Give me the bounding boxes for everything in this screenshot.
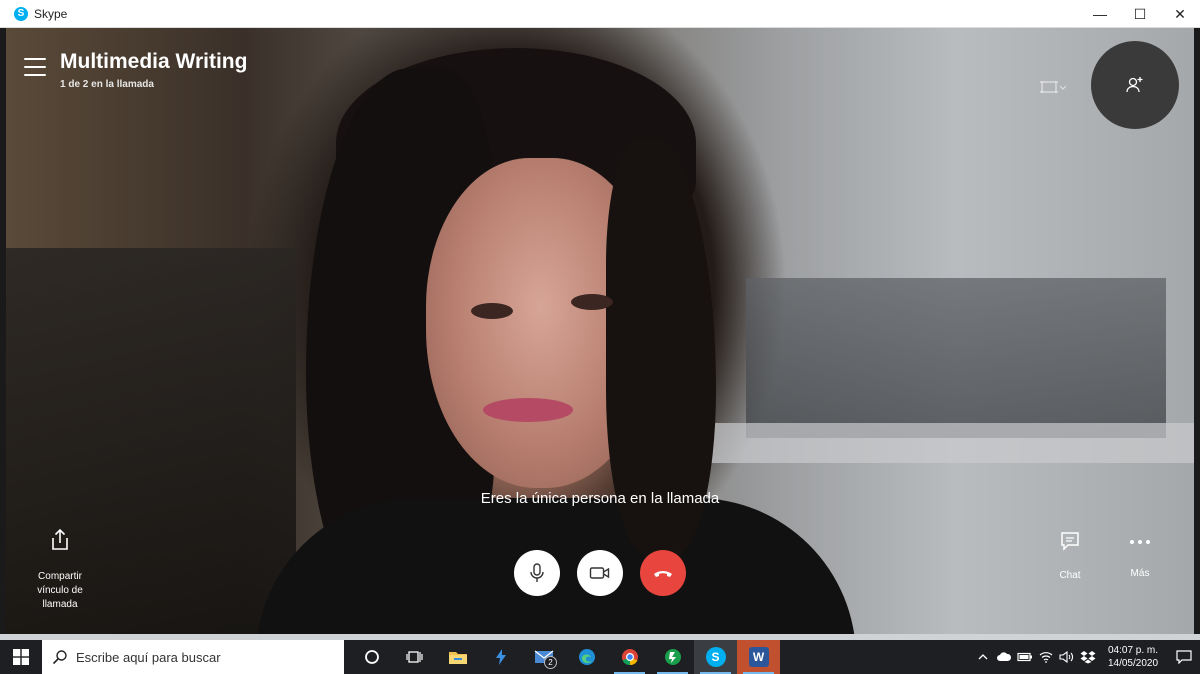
search-icon bbox=[52, 650, 67, 665]
battery-icon bbox=[1016, 652, 1032, 662]
action-center-button[interactable] bbox=[1168, 640, 1200, 674]
power-automate-button[interactable] bbox=[479, 640, 522, 674]
share-call-link-button[interactable]: Compartir vínculo de llamada bbox=[26, 528, 94, 612]
windows-taskbar: Escribe aquí para buscar 2 S W 04:07 p. … bbox=[0, 640, 1200, 674]
chat-button[interactable]: Chat bbox=[1045, 530, 1095, 581]
alone-in-call-message: Eres la única persona en la llamada bbox=[480, 490, 720, 507]
chat-icon bbox=[1061, 532, 1079, 551]
word-icon: W bbox=[748, 647, 769, 667]
mail-unread-badge: 2 bbox=[544, 656, 557, 669]
folder-icon bbox=[448, 652, 467, 664]
task-view-button[interactable] bbox=[393, 640, 436, 674]
battery-button[interactable] bbox=[1014, 640, 1035, 674]
clock-time: 04:07 p. m. bbox=[1107, 645, 1159, 656]
call-participant-count: 1 de 2 en la llamada bbox=[60, 79, 154, 90]
share-call-link-label: Compartir vínculo de llamada bbox=[37, 571, 83, 610]
notification-icon bbox=[1176, 650, 1192, 664]
task-view-icon bbox=[405, 651, 423, 663]
close-button[interactable]: ✕ bbox=[1160, 0, 1200, 28]
call-video-area: Multimedia Writing 1 de 2 en la llamada … bbox=[6, 28, 1194, 634]
background-desk bbox=[706, 423, 1194, 463]
speaker-icon bbox=[1058, 651, 1073, 663]
more-dots-icon bbox=[1115, 540, 1165, 544]
skype-taskbar-button[interactable]: S bbox=[694, 640, 737, 674]
word-taskbar-button[interactable]: W bbox=[737, 640, 780, 674]
maximize-button[interactable]: ☐ bbox=[1120, 0, 1160, 28]
share-icon bbox=[52, 528, 68, 550]
skype-logo-icon: S bbox=[14, 6, 28, 21]
add-person-icon bbox=[1126, 77, 1143, 93]
layout-icon[interactable] bbox=[1040, 78, 1074, 96]
participant-eye-left bbox=[471, 303, 513, 319]
video-button[interactable] bbox=[577, 550, 623, 596]
chevron-down-icon bbox=[1059, 85, 1067, 90]
participant-lips bbox=[483, 398, 573, 422]
window-title: Skype bbox=[34, 6, 68, 21]
wifi-icon bbox=[1039, 652, 1052, 663]
more-button[interactable]: Más bbox=[1115, 530, 1165, 579]
search-placeholder: Escribe aquí para buscar bbox=[76, 649, 221, 665]
chrome-button[interactable] bbox=[608, 640, 651, 674]
system-tray: 04:07 p. m. 14/05/2020 bbox=[972, 640, 1200, 674]
window-controls: — ☐ ✕ bbox=[1080, 0, 1200, 28]
dropbox-button[interactable] bbox=[1077, 640, 1098, 674]
taskbar-search-box[interactable]: Escribe aquí para buscar bbox=[42, 640, 344, 674]
cloud-icon bbox=[996, 652, 1011, 661]
add-person-button[interactable] bbox=[1091, 41, 1179, 129]
call-title: Multimedia Writing bbox=[60, 50, 248, 73]
file-explorer-button[interactable] bbox=[436, 640, 479, 674]
show-hidden-icons-button[interactable] bbox=[972, 640, 993, 674]
green-app-button[interactable] bbox=[651, 640, 694, 674]
microphone-icon bbox=[530, 563, 544, 582]
chat-label: Chat bbox=[1059, 570, 1081, 581]
edge-icon bbox=[578, 649, 595, 665]
clock-date: 14/05/2020 bbox=[1107, 658, 1159, 669]
start-button[interactable] bbox=[0, 640, 42, 674]
participant-eye-right bbox=[571, 294, 613, 310]
onedrive-button[interactable] bbox=[993, 640, 1014, 674]
hang-up-icon bbox=[654, 571, 672, 577]
video-camera-icon bbox=[589, 567, 610, 579]
taskbar-clock[interactable]: 04:07 p. m. 14/05/2020 bbox=[1098, 644, 1168, 670]
dropbox-icon bbox=[1080, 651, 1095, 664]
volume-button[interactable] bbox=[1056, 640, 1077, 674]
hamburger-menu-icon[interactable] bbox=[24, 58, 46, 76]
lightning-icon bbox=[495, 649, 506, 665]
skype-icon: S bbox=[705, 647, 726, 667]
background-shelf bbox=[746, 278, 1166, 438]
microphone-button[interactable] bbox=[514, 550, 560, 596]
minimize-button[interactable]: — bbox=[1080, 0, 1120, 28]
mail-button[interactable]: 2 bbox=[522, 640, 565, 674]
cortana-button[interactable] bbox=[350, 640, 393, 674]
edge-browser-button[interactable] bbox=[565, 640, 608, 674]
window-titlebar: S Skype — ☐ ✕ bbox=[0, 0, 1200, 28]
taskbar-pinned-apps: 2 S W bbox=[350, 640, 780, 674]
chrome-icon bbox=[621, 649, 638, 666]
network-button[interactable] bbox=[1035, 640, 1056, 674]
cortana-icon bbox=[364, 650, 379, 664]
green-app-icon bbox=[664, 649, 681, 665]
hang-up-button[interactable] bbox=[640, 550, 686, 596]
windows-logo-icon bbox=[13, 649, 29, 665]
more-label: Más bbox=[1130, 568, 1150, 579]
chevron-up-icon bbox=[978, 654, 987, 660]
